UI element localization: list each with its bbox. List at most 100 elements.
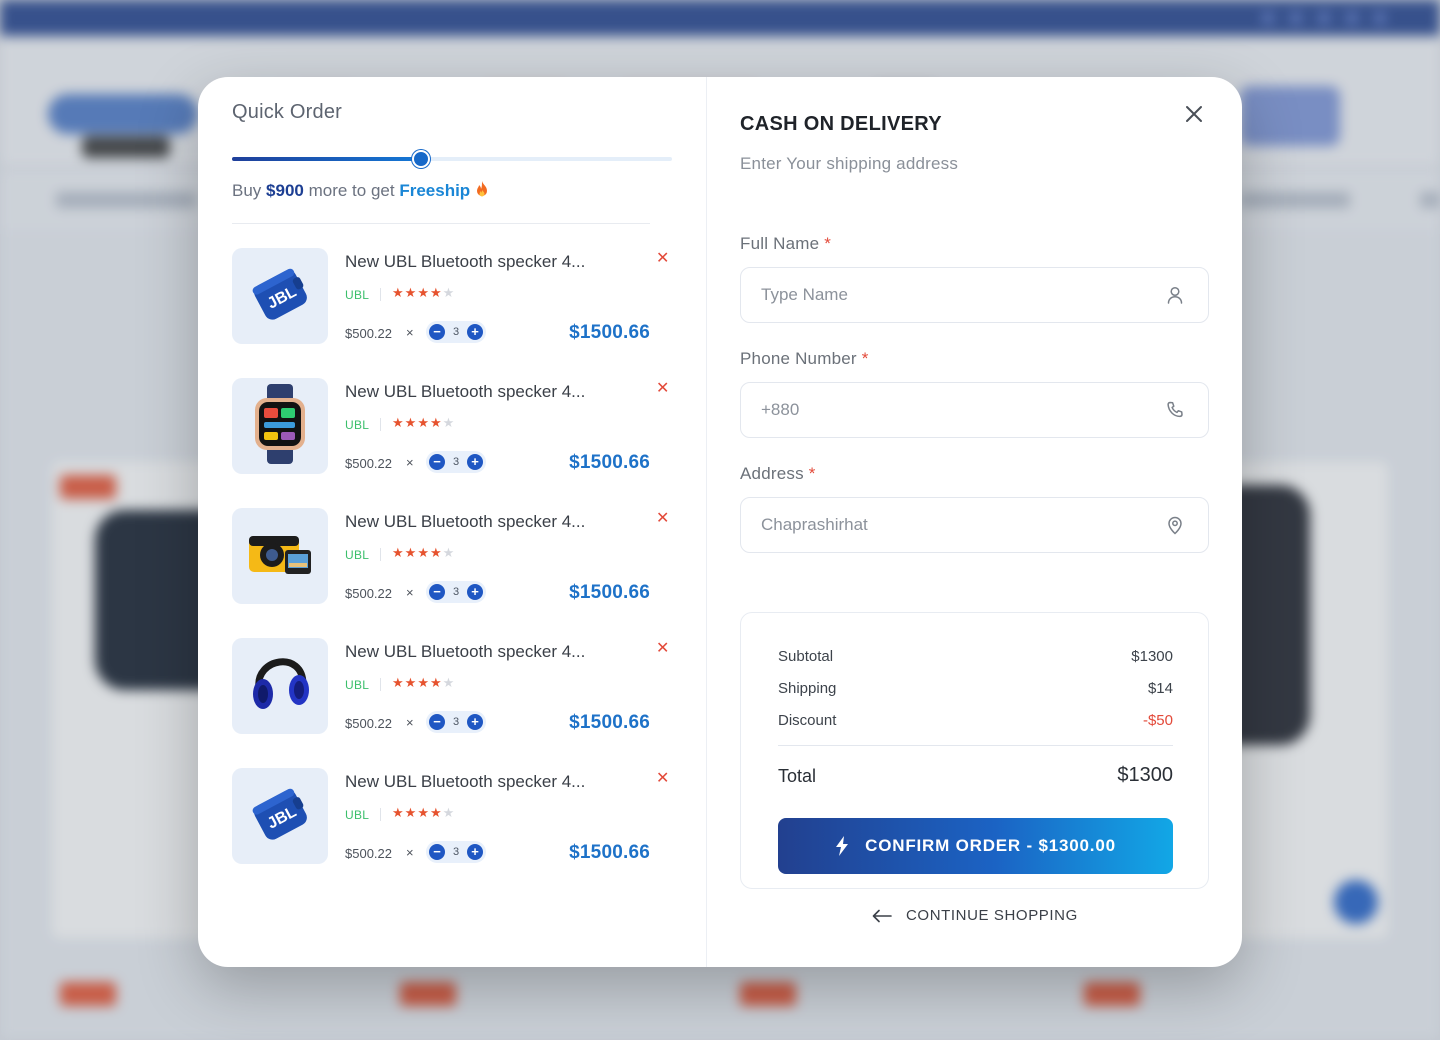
brand-separator	[380, 548, 381, 561]
remove-item-button[interactable]: ✕	[656, 250, 669, 268]
plus-icon[interactable]: +	[467, 454, 483, 470]
required-mark: *	[808, 464, 816, 483]
star-icon: ★	[429, 675, 443, 690]
star-icon: ★	[404, 805, 418, 820]
quantity-stepper: −3 +	[426, 711, 486, 733]
item-total-price: $1500.66	[569, 322, 650, 343]
unit-price: $500.22	[345, 326, 392, 341]
camera-icon	[245, 524, 315, 589]
quantity-stepper: −3 +	[426, 841, 486, 863]
freeship-progress-bar	[232, 150, 672, 168]
address-label: Address *	[740, 464, 816, 483]
full-name-input[interactable]	[761, 268, 1161, 322]
cart-item: JBL New UBL Bluetooth specker 4... ✕ UBL ★★★…	[232, 248, 672, 344]
product-name[interactable]: New UBL Bluetooth specker 4...	[345, 772, 615, 792]
full-name-field[interactable]	[740, 267, 1209, 323]
shipping-row: Shipping $14	[778, 680, 1173, 697]
minus-icon[interactable]: −	[429, 584, 445, 600]
cart-item: New UBL Bluetooth specker 4... ✕ UBL ★★★★★ $…	[232, 638, 672, 734]
phone-icon	[1167, 401, 1183, 418]
plus-icon[interactable]: +	[467, 324, 483, 340]
checkout-title: CASH ON DELIVERY	[740, 113, 942, 135]
remove-item-button[interactable]: ✕	[656, 380, 669, 398]
unit-price: $500.22	[345, 456, 392, 471]
remove-item-button[interactable]: ✕	[656, 770, 669, 788]
quantity-value: 3	[452, 846, 460, 858]
brand-label: UBL	[345, 418, 370, 432]
quick-order-title: Quick Order	[232, 101, 343, 123]
product-thumbnail[interactable]	[232, 508, 328, 604]
star-rating: ★★★★★	[392, 415, 455, 431]
shipping-label: Shipping	[778, 680, 837, 697]
product-thumbnail[interactable]	[232, 638, 328, 734]
product-name[interactable]: New UBL Bluetooth specker 4...	[345, 642, 615, 662]
star-icon: ★	[429, 415, 443, 430]
full-name-label: Full Name *	[740, 234, 832, 253]
phone-field[interactable]	[740, 382, 1209, 438]
quick-order-pane: Quick Order Buy $900 more to get Freeshi…	[198, 77, 706, 967]
speaker-icon: JBL	[245, 259, 315, 334]
star-icon: ★	[442, 415, 456, 430]
confirm-order-button[interactable]: CONFIRM ORDER - $1300.00	[778, 818, 1173, 874]
star-icon: ★	[392, 415, 405, 430]
product-name[interactable]: New UBL Bluetooth specker 4...	[345, 252, 615, 272]
star-icon: ★	[392, 285, 405, 300]
total-value: $1300	[1117, 764, 1173, 786]
multiply-sign: ×	[406, 455, 414, 470]
item-total-price: $1500.66	[569, 712, 650, 733]
subtotal-value: $1300	[1131, 648, 1173, 665]
quantity-value: 3	[452, 326, 460, 338]
cart-item: JBL New UBL Bluetooth specker 4... ✕ UBL ★★★…	[232, 768, 672, 864]
minus-icon[interactable]: −	[429, 324, 445, 340]
multiply-sign: ×	[406, 325, 414, 340]
multiply-sign: ×	[406, 715, 414, 730]
total-label: Total	[778, 766, 817, 786]
address-input[interactable]	[761, 498, 1161, 552]
discount-row: Discount -$50	[778, 712, 1173, 729]
freeship-prefix: Buy	[232, 181, 262, 200]
plus-icon[interactable]: +	[467, 584, 483, 600]
phone-label: Phone Number *	[740, 349, 869, 368]
quantity-stepper: −3 +	[426, 581, 486, 603]
progress-fill	[232, 157, 422, 161]
shipping-value: $14	[1147, 680, 1173, 697]
star-icon: ★	[404, 545, 418, 560]
minus-icon[interactable]: −	[429, 714, 445, 730]
star-icon: ★	[417, 415, 430, 430]
minus-icon[interactable]: −	[429, 454, 445, 470]
order-summary: Subtotal $1300 Shipping $14 Discount -$5…	[740, 612, 1209, 889]
product-thumbnail[interactable]: JBL	[232, 768, 328, 864]
checkout-pane: CASH ON DELIVERY Enter Your shipping add…	[707, 77, 1242, 967]
star-rating: ★★★★★	[392, 545, 455, 561]
quantity-stepper: −3 +	[426, 451, 486, 473]
brand-separator	[380, 678, 381, 691]
star-icon: ★	[392, 805, 405, 820]
fire-icon	[475, 181, 489, 200]
speaker-icon: JBL	[245, 779, 315, 854]
plus-icon[interactable]: +	[467, 844, 483, 860]
remove-item-button[interactable]: ✕	[656, 510, 669, 528]
star-rating: ★★★★★	[392, 675, 455, 691]
minus-icon[interactable]: −	[429, 844, 445, 860]
quantity-value: 3	[452, 716, 460, 728]
product-thumbnail[interactable]: JBL	[232, 248, 328, 344]
address-field[interactable]	[740, 497, 1209, 553]
brand-label: UBL	[345, 808, 370, 822]
headphones-icon	[245, 644, 315, 729]
close-button[interactable]	[1179, 99, 1209, 129]
product-name[interactable]: New UBL Bluetooth specker 4...	[345, 382, 615, 402]
freeship-message: Buy $900 more to get Freeship	[232, 181, 489, 201]
subtotal-label: Subtotal	[778, 648, 834, 665]
subtotal-row: Subtotal $1300	[778, 648, 1173, 665]
plus-icon[interactable]: +	[467, 714, 483, 730]
total-row: Total $1300	[778, 764, 1173, 787]
continue-shopping-link[interactable]: CONTINUE SHOPPING	[872, 907, 1078, 924]
star-icon: ★	[392, 545, 405, 560]
quantity-stepper: −3 +	[426, 321, 486, 343]
smartwatch-icon	[245, 383, 315, 469]
product-thumbnail[interactable]	[232, 378, 328, 474]
remove-item-button[interactable]: ✕	[656, 640, 669, 658]
product-name[interactable]: New UBL Bluetooth specker 4...	[345, 512, 615, 532]
phone-input[interactable]	[761, 383, 1161, 437]
progress-knob	[412, 150, 431, 168]
